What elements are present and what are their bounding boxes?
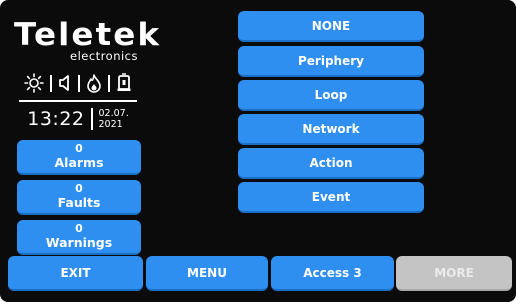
bell-icon <box>116 73 132 93</box>
exit-button[interactable]: EXIT <box>8 256 143 291</box>
clock-date-day: 02.07. <box>98 108 129 119</box>
clock-date-year: 2021 <box>98 119 123 130</box>
status-icons <box>18 72 138 94</box>
panel-screen: Teletek electronics 13:22 02.07. 2021 0 … <box>0 0 516 302</box>
alarms-button[interactable]: 0 Alarms <box>17 140 141 175</box>
faults-count: 0 <box>75 182 83 195</box>
option-periphery-button[interactable]: Periphery <box>238 46 424 77</box>
option-none-button[interactable]: NONE <box>238 11 424 42</box>
clock-time: 13:22 <box>27 108 85 130</box>
flame-icon <box>86 73 102 93</box>
warnings-count: 0 <box>75 222 83 235</box>
option-loop-button[interactable]: Loop <box>238 80 424 111</box>
icon-separator <box>78 74 80 92</box>
icon-separator <box>108 74 110 92</box>
access-level-button[interactable]: Access 3 <box>271 256 394 291</box>
menu-button[interactable]: MENU <box>146 256 268 291</box>
alarms-count: 0 <box>75 142 83 155</box>
clock-date: 02.07. 2021 <box>99 108 129 130</box>
clock-separator <box>90 108 93 130</box>
speaker-icon <box>58 73 72 93</box>
option-action-button[interactable]: Action <box>238 148 424 179</box>
warnings-button[interactable]: 0 Warnings <box>17 220 141 255</box>
brand-name: Teletek <box>14 17 162 53</box>
faults-label: Faults <box>57 195 101 210</box>
icon-separator <box>50 74 52 92</box>
warnings-label: Warnings <box>45 235 113 250</box>
sun-icon <box>24 73 44 93</box>
faults-button[interactable]: 0 Faults <box>17 180 141 215</box>
option-event-button[interactable]: Event <box>238 182 424 213</box>
status-divider <box>19 100 137 102</box>
brand-logo: Teletek electronics <box>14 19 159 63</box>
clock: 13:22 02.07. 2021 <box>18 104 138 134</box>
more-button[interactable]: MORE <box>396 256 512 291</box>
alarms-label: Alarms <box>54 155 104 170</box>
option-network-button[interactable]: Network <box>238 114 424 145</box>
